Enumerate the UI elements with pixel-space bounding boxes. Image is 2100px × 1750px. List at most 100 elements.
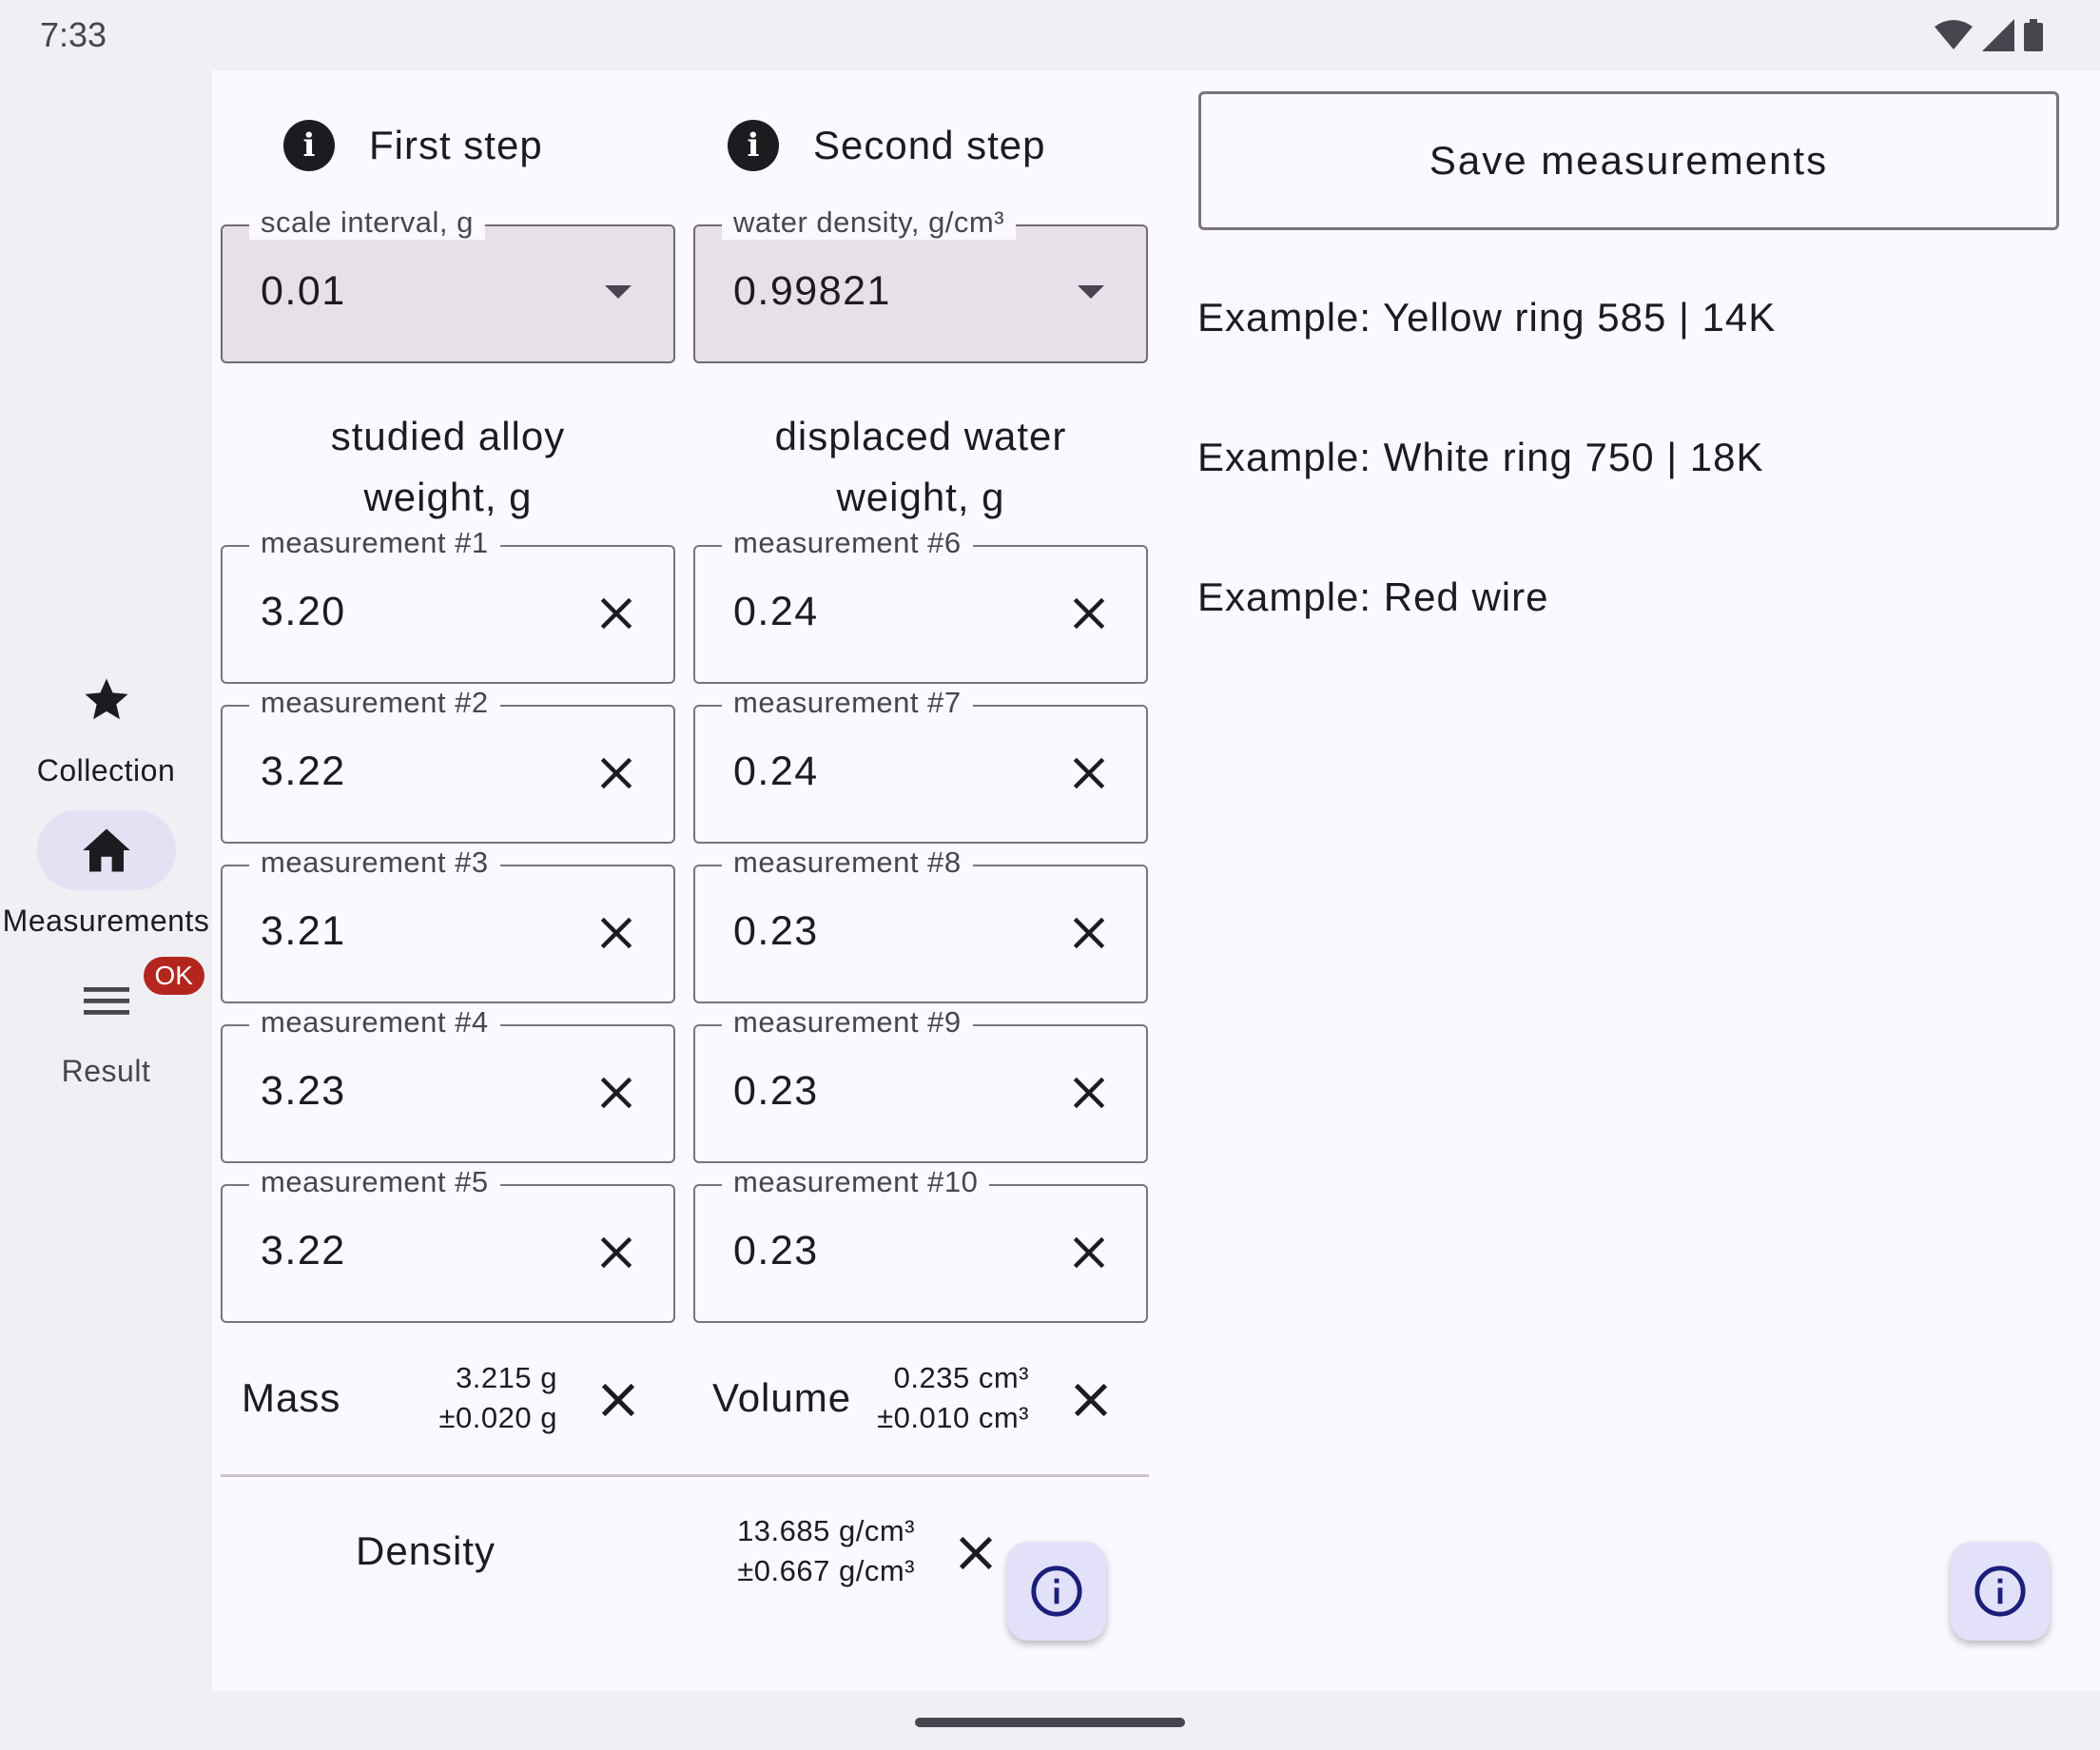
- clear-mass-icon[interactable]: [596, 1378, 640, 1422]
- info-fab[interactable]: [1007, 1542, 1106, 1641]
- measurement-label: measurement #2: [249, 686, 500, 720]
- volume-error: ±0.010 cm³: [877, 1401, 1029, 1434]
- measurement-field[interactable]: measurement #3 3.21: [221, 846, 675, 1003]
- nav-label-result: Result: [61, 1054, 151, 1088]
- water-column-title: displaced water weight, g: [693, 406, 1148, 528]
- measurement-value[interactable]: 0.24: [733, 589, 819, 635]
- measurement-value[interactable]: 0.24: [733, 749, 819, 795]
- nav-pill-measurements[interactable]: [36, 810, 176, 890]
- measurement-label: measurement #4: [249, 1005, 500, 1040]
- wifi-icon: [1935, 20, 1973, 49]
- alloy-column-title: studied alloy weight, g: [221, 406, 675, 528]
- clear-icon[interactable]: [1068, 752, 1110, 794]
- measurement-field[interactable]: measurement #4 3.23: [221, 1005, 675, 1163]
- measurement-value[interactable]: 3.22: [261, 1228, 346, 1274]
- measurement-field[interactable]: measurement #7 0.24: [693, 686, 1148, 844]
- nav-item-collection[interactable]: Collection: [0, 660, 212, 788]
- divider: [221, 1474, 1149, 1477]
- alloy-column-title-line2: weight, g: [363, 475, 533, 519]
- measurement-value[interactable]: 0.23: [733, 1228, 819, 1274]
- mass-result: 3.215 g ±0.020 g: [380, 1358, 557, 1438]
- info-icon[interactable]: i: [728, 120, 779, 171]
- result-badge: OK: [143, 957, 204, 995]
- clear-icon[interactable]: [595, 1072, 637, 1114]
- nav-pill-collection[interactable]: [37, 660, 176, 740]
- density-error: ±0.667 g/cm³: [737, 1554, 915, 1587]
- mass-error: ±0.020 g: [438, 1401, 557, 1434]
- scale-interval-value: 0.01: [261, 268, 346, 314]
- clear-density-icon[interactable]: [954, 1531, 998, 1575]
- clear-icon[interactable]: [595, 1232, 637, 1274]
- measurement-value[interactable]: 3.21: [261, 908, 346, 955]
- mass-value: 3.215 g: [456, 1361, 557, 1394]
- water-column-title-line2: weight, g: [836, 475, 1005, 519]
- water-column-title-line1: displaced water: [774, 414, 1067, 458]
- measurement-label: measurement #3: [249, 846, 500, 880]
- density-value: 13.685 g/cm³: [737, 1514, 915, 1547]
- measurement-value[interactable]: 0.23: [733, 908, 819, 955]
- nav-label-measurements: Measurements: [2, 904, 210, 938]
- volume-value: 0.235 cm³: [893, 1361, 1029, 1394]
- gesture-home-indicator[interactable]: [915, 1718, 1185, 1727]
- second-step-title: Second step: [813, 123, 1046, 167]
- measurement-field[interactable]: measurement #5 3.22: [221, 1165, 675, 1323]
- volume-result: 0.235 cm³ ±0.010 cm³: [837, 1358, 1029, 1438]
- measurement-field[interactable]: measurement #6 0.24: [693, 526, 1148, 684]
- status-icons: [1935, 19, 2043, 51]
- clear-icon[interactable]: [1068, 593, 1110, 634]
- measurement-value[interactable]: 3.22: [261, 749, 346, 795]
- scale-interval-dropdown[interactable]: scale interval, g 0.01: [221, 205, 675, 363]
- info-outline-icon: [1031, 1565, 1082, 1617]
- measurement-label: measurement #5: [249, 1165, 500, 1199]
- measurement-field[interactable]: measurement #2 3.22: [221, 686, 675, 844]
- second-step-header[interactable]: i Second step: [728, 120, 1046, 171]
- water-density-value: 0.99821: [733, 268, 891, 314]
- first-step-header[interactable]: i First step: [283, 120, 543, 171]
- nav-pill-result[interactable]: OK: [37, 957, 204, 1040]
- measurement-field[interactable]: measurement #10 0.23: [693, 1165, 1148, 1323]
- measurement-label: measurement #6: [722, 526, 973, 560]
- nav-item-measurements[interactable]: Measurements: [0, 810, 212, 939]
- scale-interval-label: scale interval, g: [249, 205, 485, 240]
- battery-icon: [2024, 19, 2043, 51]
- example-white-ring[interactable]: Example: White ring 750 | 18K: [1197, 435, 1764, 480]
- star-icon: [85, 678, 127, 720]
- measurement-label: measurement #7: [722, 686, 973, 720]
- clear-icon[interactable]: [595, 593, 637, 634]
- measurement-label: measurement #8: [722, 846, 973, 880]
- mass-label: Mass: [242, 1375, 341, 1420]
- measurement-label: measurement #9: [722, 1005, 973, 1040]
- density-label: Density: [356, 1528, 496, 1573]
- clear-icon[interactable]: [595, 912, 637, 954]
- clear-icon[interactable]: [1068, 1232, 1110, 1274]
- clear-volume-icon[interactable]: [1069, 1378, 1113, 1422]
- clear-icon[interactable]: [1068, 912, 1110, 954]
- dropdown-arrow-icon[interactable]: [1078, 285, 1104, 299]
- info-fab-right[interactable]: [1951, 1542, 2050, 1641]
- cell-signal-icon: [1982, 19, 2014, 51]
- dropdown-arrow-icon[interactable]: [605, 285, 632, 299]
- water-density-dropdown[interactable]: water density, g/cm³ 0.99821: [693, 205, 1148, 363]
- first-step-title: First step: [369, 123, 543, 167]
- measurement-field[interactable]: measurement #8 0.23: [693, 846, 1148, 1003]
- measurement-field[interactable]: measurement #1 3.20: [221, 526, 675, 684]
- measurement-value[interactable]: 3.23: [261, 1068, 346, 1115]
- info-icon[interactable]: i: [283, 120, 335, 171]
- measurement-value[interactable]: 3.20: [261, 589, 346, 635]
- volume-label: Volume: [712, 1375, 852, 1420]
- clear-icon[interactable]: [1068, 1072, 1110, 1114]
- example-yellow-ring[interactable]: Example: Yellow ring 585 | 14K: [1197, 295, 1776, 340]
- nav-item-result[interactable]: OK Result: [0, 957, 212, 1089]
- measurement-value[interactable]: 0.23: [733, 1068, 819, 1115]
- water-density-label: water density, g/cm³: [722, 205, 1017, 240]
- save-measurements-button[interactable]: Save measurements: [1198, 91, 2059, 230]
- nav-label-collection: Collection: [36, 753, 176, 788]
- measurement-field[interactable]: measurement #9 0.23: [693, 1005, 1148, 1163]
- density-result: 13.685 g/cm³ ±0.667 g/cm³: [704, 1511, 915, 1591]
- info-outline-icon: [1974, 1565, 2026, 1617]
- measurement-label: measurement #1: [249, 526, 500, 560]
- alloy-column-title-line1: studied alloy: [330, 414, 566, 458]
- example-red-wire[interactable]: Example: Red wire: [1197, 574, 1548, 620]
- home-icon: [82, 828, 130, 872]
- clear-icon[interactable]: [595, 752, 637, 794]
